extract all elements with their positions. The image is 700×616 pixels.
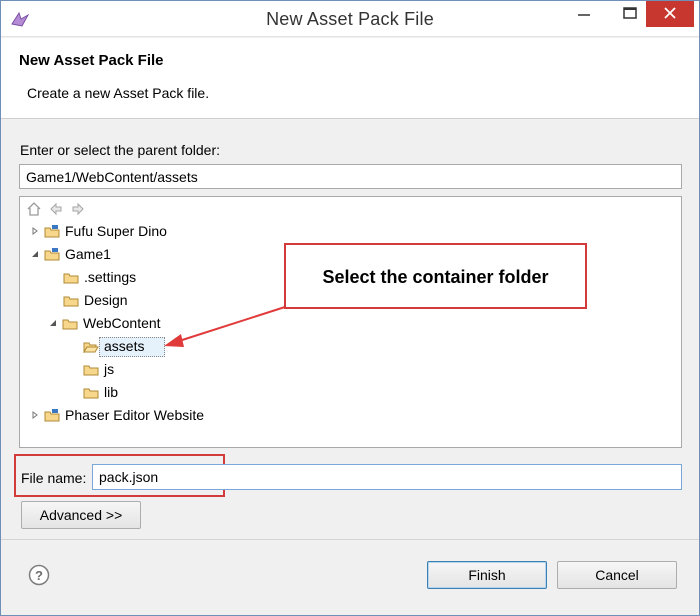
close-icon (664, 7, 676, 19)
folder-icon (62, 319, 78, 329)
back-icon[interactable] (48, 201, 64, 217)
expand-icon[interactable] (30, 410, 40, 420)
tree-item-label: Design (84, 292, 128, 308)
tree-toolbar (26, 201, 96, 217)
help-icon[interactable]: ? (28, 564, 50, 586)
title-bar: New Asset Pack File (1, 1, 699, 37)
footer-divider (1, 539, 699, 540)
home-icon[interactable] (26, 201, 42, 217)
collapse-icon[interactable] (30, 249, 40, 259)
file-name-label: File name: (21, 470, 87, 486)
tree-item-label: lib (104, 384, 119, 400)
project-folder-icon (44, 247, 60, 260)
folder-icon (83, 365, 99, 375)
tree-item-assets[interactable]: assets (83, 336, 144, 356)
dialog-header: New Asset Pack File Create a new Asset P… (1, 38, 699, 119)
parent-folder-input[interactable] (19, 164, 682, 189)
tree-item-label: Fufu Super Dino (65, 223, 167, 239)
tree-item-js[interactable]: js (83, 359, 114, 379)
tree-item-label: .settings (84, 269, 137, 285)
file-name-input[interactable] (92, 464, 682, 490)
tree-item-label: assets (104, 338, 145, 354)
tree-item-webcontent[interactable]: WebContent (48, 313, 161, 333)
tree-item-phaser-editor-website[interactable]: Phaser Editor Website (30, 405, 204, 425)
parent-folder-label: Enter or select the parent folder: (20, 142, 220, 158)
collapse-icon[interactable] (48, 318, 58, 328)
tree-item-label: WebContent (83, 315, 161, 331)
annotation-callout: Select the container folder (284, 243, 587, 309)
tree-item-settings[interactable]: .settings (63, 267, 136, 287)
annotation-text: Select the container folder (322, 267, 549, 287)
svg-text:?: ? (35, 568, 43, 583)
tree-item-label: Game1 (65, 246, 111, 262)
header-description: Create a new Asset Pack file. (27, 85, 210, 101)
tree-item-lib[interactable]: lib (83, 382, 118, 402)
advanced-button[interactable]: Advanced >> (21, 501, 141, 529)
close-button[interactable] (646, 1, 694, 27)
folder-icon (63, 273, 79, 283)
tree-item-game1[interactable]: Game1 (30, 244, 111, 264)
cancel-button[interactable]: Cancel (557, 561, 677, 589)
folder-icon (63, 296, 79, 306)
finish-button[interactable]: Finish (427, 561, 547, 589)
open-folder-icon (83, 342, 99, 353)
project-folder-icon (44, 224, 60, 237)
dialog-window: New Asset Pack File New Asset Pack File … (0, 0, 700, 616)
forward-icon[interactable] (70, 201, 86, 217)
tree-item-fufu-super-dino[interactable]: Fufu Super Dino (30, 221, 167, 241)
tree-item-design[interactable]: Design (63, 290, 128, 310)
folder-tree[interactable]: Fufu Super Dino Game1 .settings Design W… (19, 196, 682, 448)
folder-icon (83, 388, 99, 398)
project-folder-icon (44, 408, 60, 421)
tree-item-label: js (104, 361, 115, 377)
expand-icon[interactable] (30, 226, 40, 236)
tree-item-label: Phaser Editor Website (65, 407, 205, 423)
minimize-icon (578, 14, 590, 16)
header-title: New Asset Pack File (19, 52, 164, 69)
minimize-button[interactable] (561, 1, 607, 27)
